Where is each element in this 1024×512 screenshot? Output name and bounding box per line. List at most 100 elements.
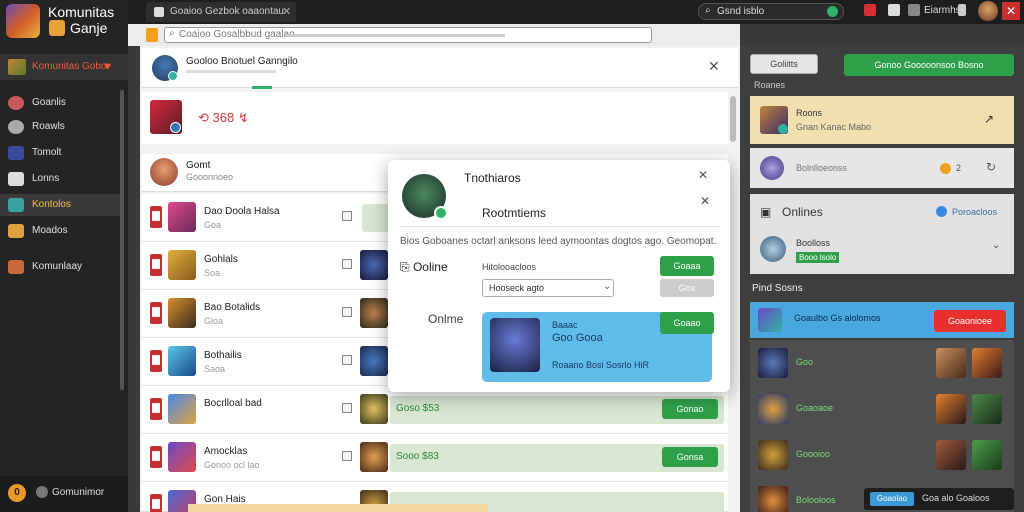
- row-thumb: [168, 298, 196, 328]
- modal-card-line3: Roaano Bosi Sosrlo HiR: [552, 360, 650, 370]
- coin-icon: [940, 163, 951, 174]
- row-tag-icon: [150, 302, 162, 324]
- sidebar-scrollbar[interactable]: [120, 90, 124, 390]
- sidebar-item-6[interactable]: Komunlaay: [0, 256, 120, 278]
- modal-online-label: ⎘ Ooline: [400, 260, 448, 274]
- modal-subtitle: Rootmtiems: [482, 206, 547, 220]
- share-icon[interactable]: ↗: [984, 112, 994, 126]
- row-game-thumb: [360, 442, 388, 472]
- back-icon[interactable]: [146, 28, 158, 42]
- row-sub: Saoa: [204, 364, 226, 374]
- sidebar-item-3[interactable]: Lonns: [0, 168, 120, 190]
- row-name: Dao Doola Halsa: [204, 206, 280, 217]
- friend-row[interactable]: Goooioo: [750, 432, 1014, 478]
- shield-icon: [434, 206, 448, 220]
- sidebar-featured[interactable]: Komunitas Gobo ♥: [0, 54, 128, 80]
- profile-icon[interactable]: [908, 4, 920, 16]
- main-scrollbar[interactable]: [730, 96, 736, 142]
- chevron-down-icon[interactable]: [958, 4, 966, 16]
- notification-icon[interactable]: [864, 4, 876, 16]
- right-online-link[interactable]: Poroacloos: [952, 207, 997, 217]
- sidebar-item-2[interactable]: Tomolt: [0, 142, 120, 164]
- friend-text: Goo: [796, 357, 814, 367]
- tab-close-icon[interactable]: ✕: [282, 5, 291, 18]
- top-username[interactable]: Eiarmhs: [924, 5, 961, 16]
- row-name: Bocrlloal bad: [204, 398, 262, 409]
- forums-icon: [8, 120, 24, 134]
- sidebar-footer-label[interactable]: Gomunimor: [52, 487, 104, 498]
- community-icon: [8, 96, 24, 110]
- coin-icon[interactable]: 0: [8, 484, 26, 502]
- row-buy-button[interactable]: Gonsa: [662, 447, 718, 467]
- right-game-card[interactable]: [750, 96, 1014, 144]
- close-icon[interactable]: ✕: [698, 168, 708, 182]
- chevron-down-icon[interactable]: ⌄: [992, 240, 1000, 251]
- toast-notification[interactable]: Goaolao Goa alo Goaloos: [864, 488, 1014, 510]
- modal-card-button[interactable]: Goaao: [660, 312, 714, 334]
- sidebar-item-5[interactable]: Moados: [0, 220, 120, 242]
- address-input[interactable]: ⌕ Coaioo Gosalbbud gaalao: [164, 27, 652, 43]
- list-avatar[interactable]: [150, 158, 178, 186]
- table-row[interactable]: Amocklas Gonoo ocl lao Sooo $83 Gonsa: [142, 434, 728, 482]
- row-game-thumb: [360, 346, 388, 376]
- friend-highlight-text: Goaulbo Gs alolomos: [794, 313, 881, 323]
- sidebar-item-label: Kontolos: [32, 199, 71, 210]
- gear-icon[interactable]: [36, 486, 48, 498]
- close-icon[interactable]: ✕: [700, 194, 710, 208]
- row-thumb: [168, 346, 196, 376]
- badge-icon: [778, 124, 788, 134]
- row-checkbox[interactable]: [342, 211, 352, 221]
- row-checkbox[interactable]: [342, 259, 352, 269]
- heart-icon[interactable]: ♥: [104, 59, 111, 73]
- badge-icon: [170, 122, 181, 133]
- toast-text: Goa alo Goaloos: [922, 493, 990, 503]
- friend-row[interactable]: Goo: [750, 340, 1014, 386]
- sidebar-item-label: Tomolt: [32, 147, 62, 158]
- sidebar-item-label: Lonns: [32, 173, 60, 184]
- row-buy-button[interactable]: Gonao: [662, 399, 718, 419]
- friend-highlight-avatar: [758, 308, 782, 332]
- row-checkbox[interactable]: [342, 307, 352, 317]
- modal-primary-button[interactable]: Goaaa: [660, 256, 714, 276]
- sidebar-item-4[interactable]: Kontolos: [0, 194, 120, 216]
- mods-icon: [8, 224, 24, 238]
- tab-title: Goaioo Gezbok oaaontau: [170, 6, 284, 17]
- browser-tab[interactable]: Goaioo Gezbok oaaontau ✕: [146, 2, 296, 22]
- friend-game-thumb: [936, 394, 966, 424]
- close-icon[interactable]: ✕: [708, 58, 720, 75]
- friend-highlight-button[interactable]: Goaonioee: [934, 310, 1006, 332]
- friend-row[interactable]: Goaoaoe: [750, 386, 1014, 432]
- search-icon: ⌕: [169, 28, 175, 39]
- toast-button[interactable]: Goaolao: [870, 492, 914, 506]
- right-online-avatar[interactable]: [760, 236, 786, 262]
- user-avatar[interactable]: [978, 1, 998, 21]
- top-search-input[interactable]: ⌕ Gsnd isblo: [698, 3, 844, 20]
- row-checkbox[interactable]: [342, 451, 352, 461]
- modal-secondary-button[interactable]: Gox: [660, 279, 714, 297]
- row-thumb: [168, 394, 196, 424]
- brand-title: Komunitas: [48, 4, 115, 20]
- games-icon: [8, 198, 24, 212]
- modal-select-value: Hooseck agto: [489, 283, 545, 293]
- friend-avatar: [758, 440, 788, 470]
- right-outline-button[interactable]: Goliitts: [750, 54, 818, 74]
- verified-badge-icon: [168, 71, 178, 81]
- row-sub: Gonoo ocl lao: [204, 460, 260, 470]
- row-checkbox[interactable]: [342, 403, 352, 413]
- row-price: Goso $53: [396, 403, 440, 414]
- sidebar-item-1[interactable]: Roawls: [0, 116, 120, 138]
- sidebar-item-label: Komunlaay: [32, 261, 83, 272]
- app-logo-icon[interactable]: [6, 4, 40, 38]
- window-close-icon[interactable]: ✕: [1002, 2, 1020, 20]
- table-row[interactable]: Bocrlloal bad Goso $53 Gonao: [142, 386, 728, 434]
- right-green-button[interactable]: Gonoo Gooooonsoo Bosno: [844, 54, 1014, 76]
- row-checkbox[interactable]: [342, 355, 352, 365]
- sidebar-item-label: Goanlis: [32, 97, 66, 108]
- row-sub: Gioa: [204, 316, 224, 326]
- sidebar-item-0[interactable]: Goanlis: [0, 92, 120, 114]
- refresh-icon[interactable]: ↻: [986, 160, 996, 174]
- friend-game-thumb: [936, 440, 966, 470]
- modal-select[interactable]: Hooseck agto ⌄: [482, 279, 614, 297]
- messages-icon[interactable]: [888, 4, 900, 16]
- sidebar-footer: 0 Gomunimor: [0, 476, 128, 512]
